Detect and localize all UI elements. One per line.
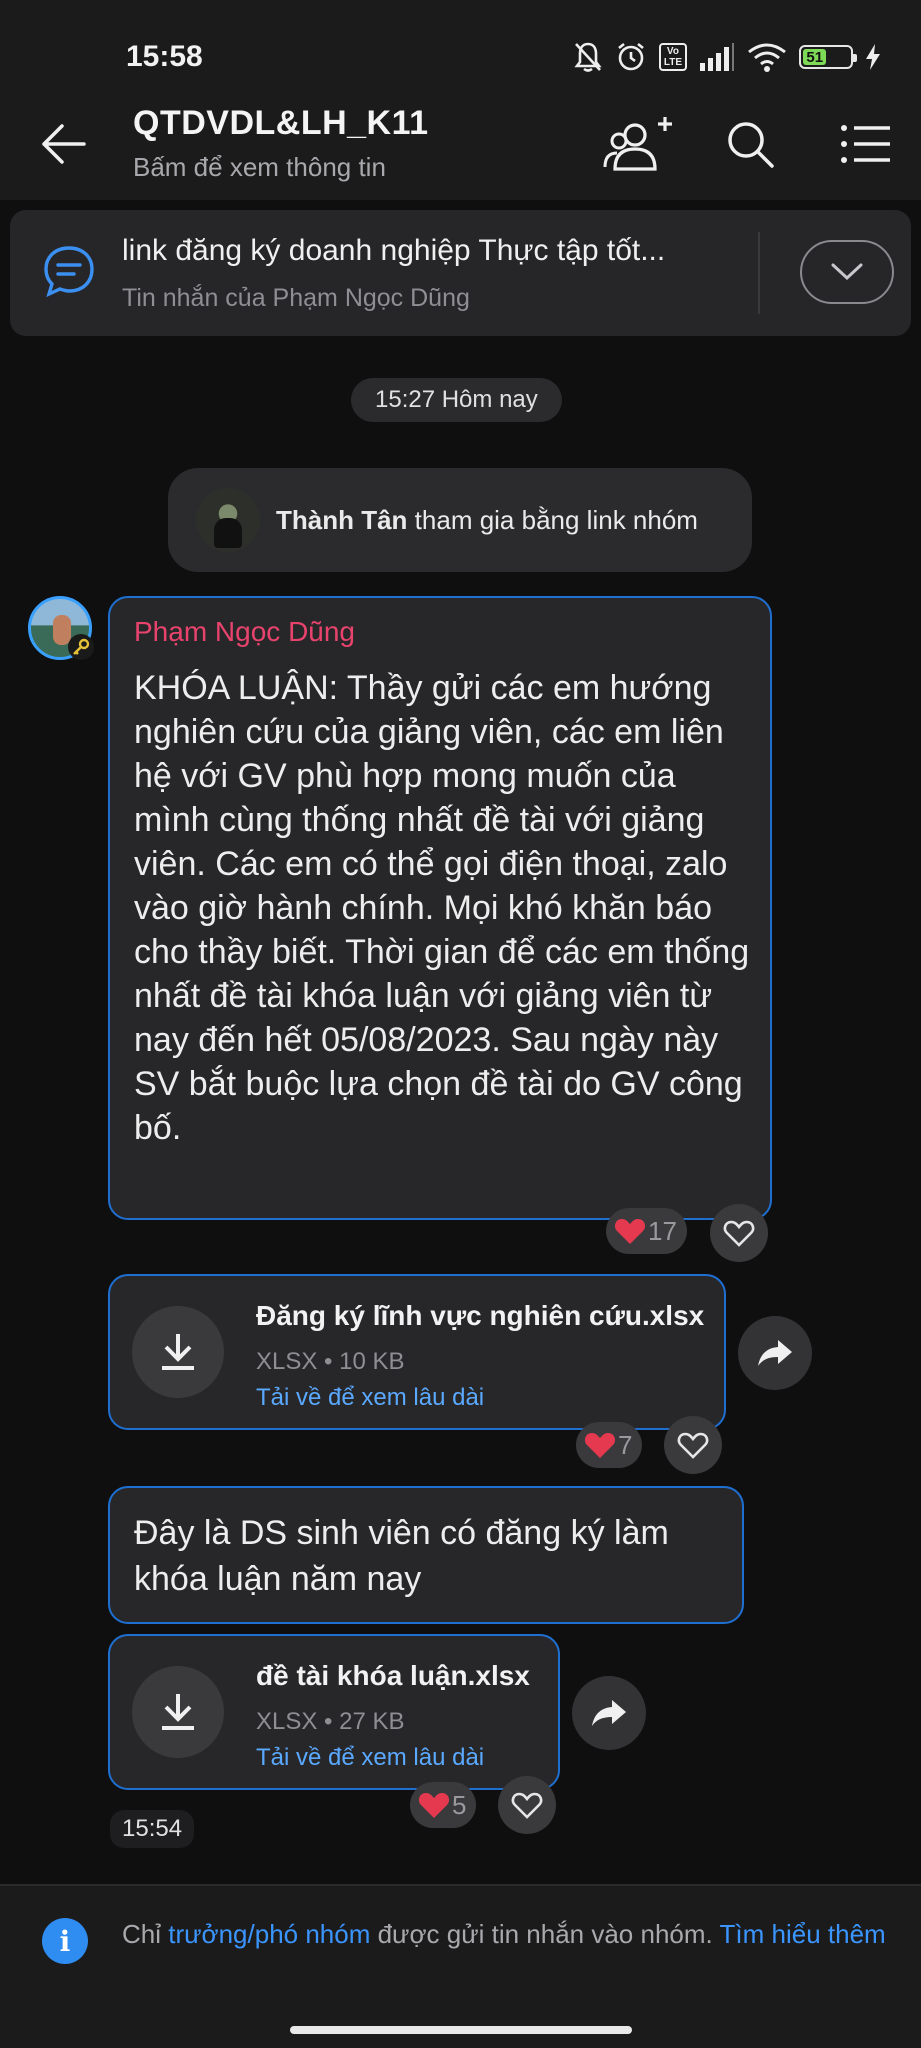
pinned-divider — [758, 232, 760, 314]
join-member-name[interactable]: Thành Tân — [276, 505, 407, 535]
reaction-count: 17 — [648, 1215, 677, 1246]
wifi-icon — [747, 42, 787, 72]
download-button[interactable] — [132, 1306, 224, 1398]
download-icon — [162, 1334, 194, 1370]
pinned-message[interactable]: link đăng ký doanh nghiệp Thực tập tốt..… — [10, 210, 911, 336]
search-icon — [728, 122, 774, 168]
message-time: 15:54 — [110, 1810, 195, 1848]
download-link[interactable]: Tải về để xem lâu dài — [256, 1744, 484, 1772]
sender-name[interactable]: Phạm Ngọc Dũng — [134, 616, 355, 648]
alarm-icon — [615, 41, 647, 73]
menu-button[interactable] — [836, 114, 896, 174]
react-button[interactable] — [664, 1416, 722, 1474]
admin-role-link[interactable]: trưởng/phó nhóm — [168, 1919, 370, 1949]
arrow-left-icon — [42, 124, 86, 164]
message-text: KHÓA LUẬN: Thầy gửi các em hướng nghiên … — [134, 669, 750, 1147]
date-separator: 15:27 Hôm nay — [351, 378, 562, 422]
join-notice: Thành Tân tham gia bằng link nhóm — [168, 468, 752, 572]
group-title[interactable]: QTDVDL&LH_K11 — [133, 104, 429, 143]
react-button[interactable] — [710, 1204, 768, 1262]
add-people-icon — [603, 117, 672, 171]
search-button[interactable] — [720, 114, 780, 174]
heart-icon — [584, 1433, 616, 1458]
back-button[interactable] — [36, 116, 92, 172]
message-bubble[interactable]: Phạm Ngọc Dũng KHÓA LUẬN: Thầy gửi các e… — [108, 596, 772, 1220]
status-bar: 15:58 Vo LTE 51 — [0, 0, 921, 88]
join-action: tham gia bằng link nhóm — [414, 504, 698, 535]
download-link[interactable]: Tải về để xem lâu dài — [256, 1384, 484, 1412]
key-icon — [68, 634, 94, 660]
share-arrow-icon — [758, 1340, 792, 1366]
volte-icon: Vo LTE — [658, 43, 687, 71]
file-name: Đăng ký lĩnh vực nghiên cứu.xlsx — [256, 1300, 705, 1331]
share-button[interactable] — [738, 1316, 812, 1390]
heart-icon — [614, 1219, 646, 1244]
heart-outline-icon — [677, 1432, 709, 1459]
file-attachment[interactable]: đề tài khóa luận.xlsx XLSX • 27 KB Tải v… — [108, 1634, 560, 1790]
charging-icon — [865, 44, 881, 70]
learn-more-link[interactable]: Tìm hiểu thêm — [720, 1919, 886, 1949]
reaction-summary[interactable]: 17 — [606, 1208, 687, 1254]
heart-outline-icon — [723, 1220, 755, 1247]
restricted-notice: i Chỉ trưởng/phó nhóm được gửi tin nhắn … — [0, 1884, 921, 2048]
file-name: đề tài khóa luận.xlsx — [256, 1660, 530, 1691]
signal-icon — [699, 43, 735, 71]
chat-header: QTDVDL&LH_K11 Bấm để xem thông tin — [0, 88, 921, 200]
bell-off-icon — [573, 41, 603, 73]
pinned-title: link đăng ký doanh nghiệp Thực tập tốt..… — [122, 234, 666, 267]
reaction-summary[interactable]: 5 — [410, 1782, 477, 1828]
message-text: Đây là DS sinh viên có đăng ký làm khóa … — [134, 1514, 669, 1598]
download-icon — [162, 1694, 194, 1730]
battery-icon: 51 — [799, 45, 857, 69]
restricted-notice-text: Chỉ trưởng/phó nhóm được gửi tin nhắn và… — [122, 1919, 886, 1949]
add-member-button[interactable] — [600, 114, 680, 174]
chat-bubble-icon — [40, 242, 98, 300]
status-icons: Vo LTE 51 — [573, 40, 881, 74]
reaction-summary[interactable]: 7 — [576, 1422, 643, 1468]
reaction-count: 5 — [452, 1789, 467, 1820]
group-subtitle[interactable]: Bấm để xem thông tin — [133, 152, 386, 183]
file-meta: XLSX • 27 KB — [256, 1708, 405, 1735]
info-icon: i — [42, 1918, 88, 1964]
status-time: 15:58 — [126, 40, 203, 73]
home-indicator[interactable] — [290, 2026, 632, 2034]
chevron-down-icon — [831, 263, 863, 281]
expand-pinned-button[interactable] — [800, 240, 894, 304]
share-button[interactable] — [572, 1676, 646, 1750]
file-attachment[interactable]: Đăng ký lĩnh vực nghiên cứu.xlsx XLSX • … — [108, 1274, 726, 1430]
download-button[interactable] — [132, 1666, 224, 1758]
share-arrow-icon — [592, 1700, 626, 1726]
avatar[interactable] — [196, 488, 260, 552]
list-menu-icon — [841, 125, 890, 163]
join-notice-text: Thành Tân tham gia bằng link nhóm — [276, 505, 698, 536]
heart-outline-icon — [511, 1792, 543, 1819]
heart-icon — [418, 1793, 450, 1818]
message-bubble[interactable]: Đây là DS sinh viên có đăng ký làm khóa … — [108, 1486, 744, 1624]
react-button[interactable] — [498, 1776, 556, 1834]
pinned-subtitle: Tin nhắn của Phạm Ngọc Dũng — [122, 284, 470, 312]
reaction-count: 7 — [618, 1429, 633, 1460]
battery-fill: 51 — [803, 49, 827, 66]
file-meta: XLSX • 10 KB — [256, 1348, 405, 1375]
